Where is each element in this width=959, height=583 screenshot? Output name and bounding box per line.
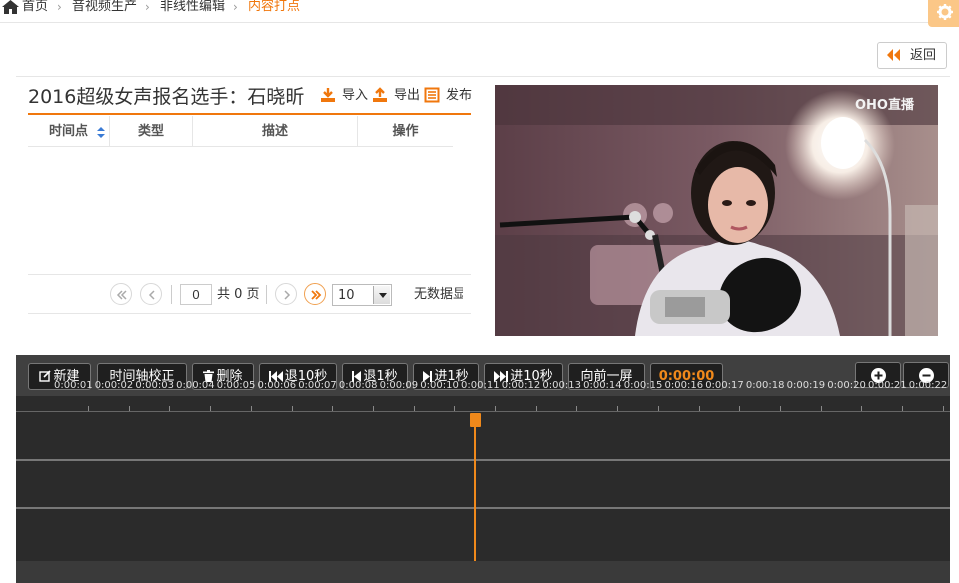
tick-label: 0:00:05 — [216, 380, 256, 391]
divider — [16, 76, 950, 77]
chevron-right-icon: › — [145, 0, 150, 14]
timeline-editor: 新建 时间轴校正 删除 退10秒 退1秒 进1秒 进10秒 向前一屏 0:00:… — [16, 355, 950, 583]
tick-label: 0:00:02 — [94, 380, 134, 391]
settings-button[interactable] — [928, 0, 959, 27]
page-number-input[interactable] — [180, 284, 212, 305]
export-icon — [373, 87, 387, 102]
last-page-button[interactable] — [304, 283, 326, 305]
tick-label: 0:00:06 — [257, 380, 297, 391]
edit-icon — [39, 370, 52, 382]
breadcrumb-nonlinear-edit[interactable]: 非线性编辑 — [160, 0, 225, 14]
tick-label: 0:00:08 — [338, 380, 378, 391]
import-label: 导入 — [342, 88, 369, 103]
column-description: 描述 — [261, 124, 288, 139]
tick-label: 0:00:14 — [583, 380, 622, 391]
back-button-label: 返回 — [910, 48, 937, 63]
no-data-text: 无数据显示 — [414, 287, 463, 302]
tick-mark — [88, 406, 89, 411]
tick-mark — [495, 406, 496, 411]
timeline-track-1[interactable] — [16, 412, 950, 461]
video-watermark: OHO直播 — [855, 97, 915, 113]
tick-label: 0:00:17 — [705, 380, 744, 391]
back-button[interactable]: 返回 — [877, 42, 947, 69]
chevron-down-icon — [373, 286, 390, 304]
import-icon — [321, 88, 335, 102]
publish-label: 发布 — [446, 88, 473, 103]
chevron-right-icon — [284, 290, 291, 300]
tick-label: 0:00:15 — [623, 380, 663, 391]
timeline-track-2[interactable] — [16, 461, 950, 509]
tick-mark — [820, 406, 822, 411]
tick-label: 0:00:21 — [868, 380, 907, 391]
tick-mark — [779, 406, 781, 411]
tick-label: 0:00:13 — [542, 380, 581, 391]
tick-label: 0:00:10 — [420, 380, 459, 391]
tick-label: 0:00:01 — [54, 380, 93, 391]
page-title: 2016超级女声报名选手：石晓昕 — [28, 86, 305, 108]
gear-icon — [937, 4, 953, 20]
tick-mark — [698, 406, 700, 411]
breadcrumb-current: 内容打点 — [248, 0, 301, 14]
tick-mark — [210, 406, 212, 411]
chevron-right-icon: › — [233, 0, 238, 14]
breadcrumb-av-production[interactable]: 音视频生产 — [72, 0, 137, 14]
page-size-select[interactable]: 10 — [332, 284, 392, 306]
tick-mark — [739, 406, 741, 411]
tick-mark — [617, 406, 619, 411]
tick-label: 0:00:20 — [827, 380, 866, 391]
publish-icon — [424, 87, 440, 103]
page-size-value: 10 — [338, 288, 355, 303]
tick-label: 0:00:19 — [786, 380, 826, 391]
sort-icon[interactable] — [97, 127, 105, 138]
next-page-button[interactable] — [275, 283, 297, 305]
double-chevron-left-icon — [887, 49, 900, 61]
export-label: 导出 — [394, 88, 421, 103]
tick-label: 0:00:18 — [745, 380, 785, 391]
chevron-left-icon — [148, 290, 155, 300]
tick-label: 0:00:11 — [461, 380, 500, 391]
chevron-right-icon: › — [57, 0, 62, 14]
tick-mark — [169, 406, 171, 411]
tick-mark — [372, 406, 374, 411]
timeline-scrollbar[interactable] — [16, 561, 950, 583]
tick-label: 0:00:04 — [176, 380, 215, 391]
tick-mark — [657, 406, 659, 411]
tick-mark — [861, 406, 863, 411]
video-preview[interactable]: OHO直播 — [495, 85, 938, 336]
tick-mark — [250, 406, 252, 411]
tick-mark — [128, 406, 130, 411]
table-header: 时间点 类型 描述 操作 — [28, 116, 453, 147]
prev-page-button[interactable] — [140, 283, 162, 305]
timeline-track-3[interactable] — [16, 509, 950, 561]
video-frame-image: OHO直播 — [495, 85, 938, 336]
home-icon[interactable] — [2, 0, 19, 14]
column-type: 类型 — [137, 124, 164, 139]
tick-mark — [413, 406, 415, 411]
title-underline — [28, 113, 471, 115]
tick-label: 0:00:03 — [135, 380, 174, 391]
column-actions: 操作 — [392, 124, 419, 139]
tick-label: 0:00:22 — [908, 380, 948, 391]
tick-mark — [535, 406, 537, 411]
tick-mark — [332, 406, 334, 411]
page-total: 共 0 页 — [217, 287, 260, 302]
tick-mark — [291, 406, 293, 411]
playhead-handle[interactable] — [470, 413, 481, 427]
playhead-line — [474, 425, 476, 561]
tick-label: 0:00:16 — [664, 380, 704, 391]
double-chevron-right-icon — [311, 290, 322, 300]
breadcrumb: 首页 › 音视频生产 › 非线性编辑 › 内容打点 — [0, 0, 959, 23]
tick-label: 0:00:09 — [379, 380, 419, 391]
tick-label: 0:00:12 — [501, 380, 541, 391]
tick-mark — [902, 406, 903, 411]
double-chevron-left-icon — [116, 290, 127, 300]
tick-mark — [454, 406, 456, 411]
tick-mark — [942, 406, 944, 411]
breadcrumb-home[interactable]: 首页 — [22, 0, 48, 14]
tick-mark — [576, 406, 578, 411]
tick-label: 0:00:07 — [298, 380, 337, 391]
first-page-button[interactable] — [110, 283, 132, 305]
